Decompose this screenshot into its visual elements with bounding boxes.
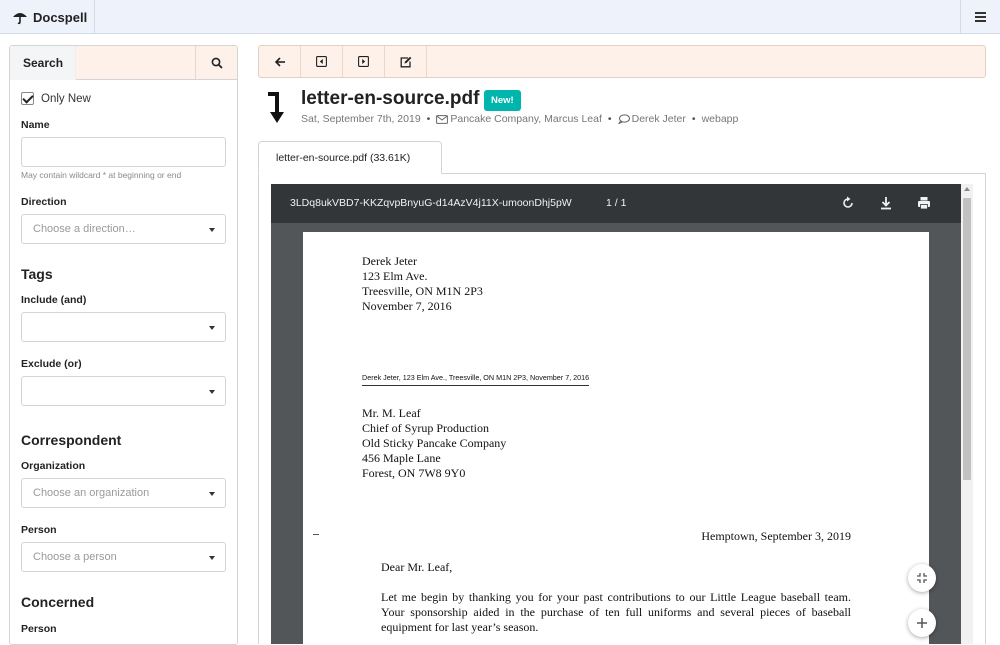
top-bar: Docspell [0, 0, 1000, 34]
fold-mark [313, 534, 319, 535]
main-menu-button[interactable] [960, 0, 1000, 34]
concerned-title: Concerned [21, 594, 95, 610]
pdf-scrollbar[interactable] [961, 184, 973, 644]
chevron-down-icon [209, 390, 215, 394]
search-button[interactable] [195, 46, 237, 79]
arrow-left-icon [274, 56, 285, 67]
chevron-down-icon [209, 228, 215, 232]
name-label: Name [21, 119, 50, 131]
caret-square-right-icon [358, 56, 369, 67]
exclude-label: Exclude (or) [21, 358, 82, 370]
salutation: Dear Mr. Leaf, [381, 560, 453, 574]
only-new-checkbox-row[interactable]: Only New [21, 92, 226, 105]
scroll-up-arrow-icon[interactable] [964, 187, 970, 191]
direction-select[interactable]: Choose a direction… [21, 214, 226, 244]
hamburger-icon [975, 16, 986, 18]
recipient-line: Forest, ON 7W8 9Y0 [362, 466, 466, 480]
recipient-line: Chief of Syrup Production [362, 421, 489, 435]
edit-button[interactable] [385, 46, 427, 77]
return-address-line: Derek Jeter, 123 Elm Ave., Treesville, O… [362, 373, 590, 386]
zoom-in-button[interactable] [908, 609, 936, 637]
brand-link[interactable]: Docspell [0, 0, 95, 34]
sender-line: Treesville, ON M1N 2P3 [362, 284, 483, 298]
pdf-page: Derek Jeter 123 Elm Ave. Treesville, ON … [303, 232, 929, 644]
new-badge: New! [484, 90, 521, 111]
rotate-icon[interactable] [841, 196, 855, 210]
document-meta: Sat, September 7th, 2019 • Pancake Compa… [301, 113, 739, 125]
sender-line: November 7, 2016 [362, 299, 452, 313]
item-toolbar [258, 45, 986, 78]
letter-body: Let me begin by thanking you for your pa… [381, 590, 851, 634]
recipient-address: Mr. M. Leaf Chief of Syrup Production Ol… [362, 406, 506, 481]
direction-label: Direction [21, 196, 67, 208]
document-correspondent: Pancake Company, Marcus Leaf [450, 113, 602, 125]
document-source: webapp [701, 113, 739, 125]
concerned-person-label: Person [21, 623, 57, 635]
recipient-line: Old Sticky Pancake Company [362, 436, 507, 450]
chevron-down-icon [209, 326, 215, 330]
search-icon [211, 57, 223, 69]
umbrella-icon [13, 13, 27, 25]
fit-page-button[interactable] [908, 564, 936, 592]
search-label: Search [10, 46, 76, 80]
document-title: letter-en-source.pdf [301, 88, 480, 109]
next-item-button[interactable] [343, 46, 385, 77]
name-hint: May contain wildcard * at beginning or e… [21, 170, 182, 180]
only-new-label: Only New [41, 92, 91, 105]
sender-line: 123 Elm Ave. [362, 269, 428, 283]
pdf-toolbar: 3LDq8ukVBD7-KKZqvpBnyuG-d14AzV4j11X-umoo… [271, 184, 973, 223]
envelope-icon [436, 114, 449, 124]
tags-title: Tags [21, 266, 53, 282]
back-button[interactable] [259, 46, 301, 77]
correspondent-title: Correspondent [21, 432, 122, 448]
level-down-icon [268, 92, 284, 123]
comment-icon [617, 114, 630, 124]
pdf-scrollbar-thumb[interactable] [963, 198, 971, 480]
previous-item-button[interactable] [301, 46, 343, 77]
only-new-checkbox[interactable] [21, 92, 34, 105]
direction-placeholder: Choose a direction… [33, 223, 136, 235]
plus-icon [917, 618, 927, 628]
document-date: Sat, September 7th, 2019 [301, 113, 421, 125]
search-sidebar: Search Only New Name May contain wildcar… [9, 45, 238, 645]
sender-line: Derek Jeter [362, 254, 417, 268]
pdf-file-id: 3LDq8ukVBD7-KKZqvpBnyuG-d14AzV4j11X-umoo… [290, 197, 572, 209]
place-date: Hemptown, September 3, 2019 [701, 529, 851, 543]
app-name: Docspell [33, 9, 88, 25]
include-label: Include (and) [21, 294, 87, 306]
chevron-down-icon [209, 556, 215, 560]
document-concerned: Derek Jeter [631, 113, 686, 125]
organization-label: Organization [21, 460, 86, 472]
recipient-line: 456 Maple Lane [362, 451, 441, 465]
print-icon[interactable] [917, 196, 931, 210]
sender-address: Derek Jeter 123 Elm Ave. Treesville, ON … [362, 254, 483, 314]
organization-select[interactable]: Choose an organization [21, 478, 226, 508]
person-select[interactable]: Choose a person [21, 542, 226, 572]
recipient-line: Mr. M. Leaf [362, 406, 421, 420]
person-placeholder: Choose a person [33, 551, 117, 563]
caret-square-left-icon [316, 56, 327, 67]
person-label: Person [21, 524, 57, 536]
exclude-tags-select[interactable] [21, 376, 226, 406]
pdf-page-indicator: 1 / 1 [606, 197, 627, 209]
name-input[interactable] [21, 137, 226, 167]
organization-placeholder: Choose an organization [33, 487, 150, 499]
chevron-down-icon [209, 492, 215, 496]
pdf-viewer: 3LDq8ukVBD7-KKZqvpBnyuG-d14AzV4j11X-umoo… [271, 184, 973, 644]
edit-icon [400, 56, 411, 67]
download-icon[interactable] [879, 196, 893, 210]
tab-attachment[interactable]: letter-en-source.pdf (33.61K) [258, 141, 442, 174]
compress-icon [917, 573, 927, 583]
include-tags-select[interactable] [21, 312, 226, 342]
search-header: Search [10, 46, 237, 80]
